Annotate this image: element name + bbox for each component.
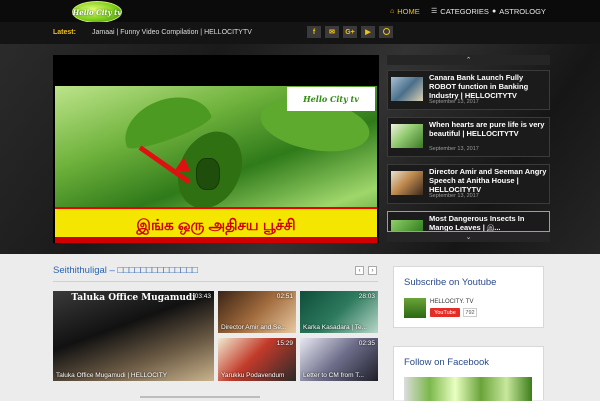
channel-name[interactable]: HELLOCITY. TV xyxy=(430,299,473,305)
featured-list-item[interactable]: When hearts are pure life is very beauti… xyxy=(387,117,550,157)
item-date: September 13, 2017 xyxy=(429,193,479,199)
youtube-widget: Subscribe on Youtube HELLOCITY. TV YouTu… xyxy=(393,266,544,328)
list-scroll-down-button[interactable]: ⌄ xyxy=(387,232,550,242)
section-title[interactable]: Seithithuligal – □□□□□□□□□□□□□□ xyxy=(53,265,198,276)
featured-list-item[interactable]: Canara Bank Launch Fully ROBOT function … xyxy=(387,70,550,110)
item-date: September 13, 2017 xyxy=(429,146,479,152)
search-button[interactable] xyxy=(379,26,393,38)
chevron-right-icon: › xyxy=(371,267,374,274)
latest-label: Latest: xyxy=(53,29,76,36)
nav-categories-label: CATEGORIES xyxy=(440,6,489,16)
section-divider xyxy=(53,281,378,282)
chevron-up-icon: ⌃ xyxy=(465,57,472,64)
video-tile[interactable]: 28:03 Karka Kasadara | Te... xyxy=(300,291,378,333)
video-tile-large[interactable]: Taluka Office Mugamudi 03:43 Taluka Offi… xyxy=(53,291,214,381)
section-prev-button[interactable]: ‹ xyxy=(355,266,364,275)
video-caption: Taluka Office Mugamudi | HELLOCITY xyxy=(56,372,168,379)
video-duration: 15:29 xyxy=(276,340,293,347)
youtube-button[interactable]: ▶ xyxy=(361,26,375,38)
video-caption: Yarukku Podavendum xyxy=(221,372,285,379)
video-caption: Karka Kasadara | Te... xyxy=(303,324,368,331)
thumbnail xyxy=(391,171,423,195)
item-title: Most Dangerous Insects In Mango Leaves |… xyxy=(429,214,525,232)
video-caption: Letter to CM from T... xyxy=(303,372,364,379)
tile-overlay-title: Taluka Office Mugamudi xyxy=(71,293,196,303)
video-duration: 03:43 xyxy=(194,293,211,300)
latest-ticker-bar xyxy=(0,22,600,45)
home-icon: ⌂ xyxy=(390,7,395,15)
chevron-left-icon: ‹ xyxy=(358,267,361,274)
email-button[interactable]: ✉ xyxy=(325,26,339,38)
subscriber-count: 792 xyxy=(463,308,477,317)
facebook-widget-title: Follow on Facebook xyxy=(404,357,490,368)
chevron-down-icon: ⌄ xyxy=(465,234,472,241)
video-duration: 02:35 xyxy=(358,340,375,347)
video-logo-text: Hello City tv xyxy=(303,94,359,104)
youtube-subscribe-button[interactable]: YouTube xyxy=(430,308,460,317)
site-logo[interactable]: Hello City tv xyxy=(72,1,122,23)
youtube-icon: ▶ xyxy=(365,29,371,36)
logo-text: Hello City tv xyxy=(72,7,122,17)
googleplus-icon: G+ xyxy=(345,28,355,36)
thumbnail xyxy=(391,220,423,231)
featured-list-item-active[interactable]: Most Dangerous Insects In Mango Leaves |… xyxy=(387,211,550,232)
list-icon: ☰ xyxy=(431,8,438,15)
item-title: Director Amir and Seeman Angry Speech at… xyxy=(429,167,547,194)
video-duration: 28:03 xyxy=(358,293,375,300)
video-tile[interactable]: 15:29 Yarukku Podavendum xyxy=(218,338,296,381)
video-tile[interactable]: 02:51 Director Amir and Se... xyxy=(218,291,296,333)
nav-categories[interactable]: ☰ CATEGORIES xyxy=(431,5,489,17)
youtube-subscribe-label: YouTube xyxy=(434,309,456,316)
search-icon xyxy=(382,27,390,35)
insect-shape xyxy=(196,158,220,190)
nav-home[interactable]: ⌂ HOME xyxy=(390,5,420,17)
channel-avatar[interactable] xyxy=(404,298,426,318)
nav-astrology-label: ASTROLOGY xyxy=(499,6,546,16)
facebook-page-banner[interactable] xyxy=(404,377,532,401)
youtube-widget-title: Subscribe on Youtube xyxy=(404,277,497,288)
list-scroll-up-button[interactable]: ⌃ xyxy=(387,55,550,65)
caption-stripe xyxy=(55,237,377,243)
section-next-button[interactable]: › xyxy=(368,266,377,275)
facebook-icon: f xyxy=(312,28,316,36)
video-tile[interactable]: 02:35 Letter to CM from T... xyxy=(300,338,378,381)
facebook-widget: Follow on Facebook xyxy=(393,346,544,401)
video-caption: இங்க ஒரு அதிசய பூச்சி xyxy=(136,216,296,234)
featured-list-item[interactable]: Director Amir and Seeman Angry Speech at… xyxy=(387,164,550,204)
thumbnail xyxy=(391,124,423,148)
item-date: September 13, 2017 xyxy=(429,99,479,105)
nav-home-label: HOME xyxy=(397,6,420,16)
circle-icon: ● xyxy=(492,7,497,15)
latest-headline[interactable]: Jamaai | Funny Video Compilation | HELLO… xyxy=(92,29,252,36)
envelope-icon: ✉ xyxy=(329,29,335,36)
item-title: Canara Bank Launch Fully ROBOT function … xyxy=(429,73,529,100)
item-title: When hearts are pure life is very beauti… xyxy=(429,120,545,138)
googleplus-button[interactable]: G+ xyxy=(343,26,357,38)
next-section-title-hint xyxy=(140,396,260,398)
thumbnail xyxy=(391,77,423,101)
video-caption: Director Amir and Se... xyxy=(221,324,287,331)
facebook-button[interactable]: f xyxy=(307,26,321,38)
video-duration: 02:51 xyxy=(276,293,293,300)
nav-astrology[interactable]: ● ASTROLOGY xyxy=(492,5,546,17)
video-watermark-logo: Hello City tv xyxy=(287,87,375,111)
